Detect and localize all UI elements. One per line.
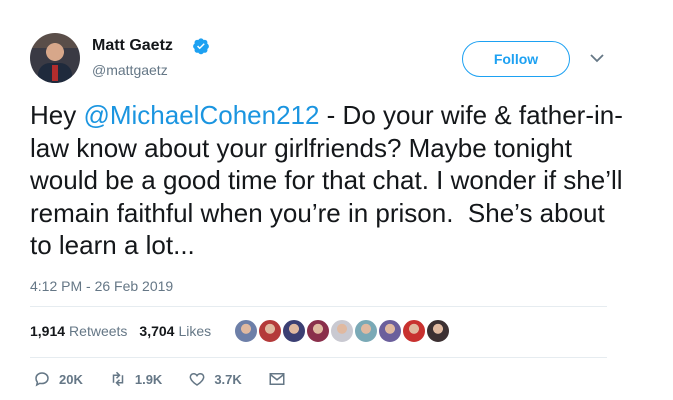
avatar[interactable]	[30, 33, 80, 83]
liker-avatar[interactable]	[257, 318, 283, 344]
tweet-text: Hey @MichaelCohen212 - Do your wife & fa…	[30, 99, 630, 262]
envelope-icon	[269, 373, 285, 385]
author-name[interactable]: Matt Gaetz	[92, 37, 173, 55]
liker-avatar[interactable]	[377, 318, 403, 344]
liker-avatar[interactable]	[305, 318, 331, 344]
like-button[interactable]: 3.7K	[188, 370, 242, 388]
mention-link[interactable]: @MichaelCohen212	[83, 100, 319, 130]
retweet-icon	[112, 371, 124, 387]
likes-label[interactable]: Likes	[178, 323, 211, 339]
liker-avatar[interactable]	[281, 318, 307, 344]
liker-avatar[interactable]	[401, 318, 427, 344]
retweet-count: 1.9K	[134, 371, 163, 387]
liker-avatar[interactable]	[233, 318, 259, 344]
author-handle[interactable]: @mattgaetz	[92, 62, 168, 78]
engagement-stats: 1,914 Retweets 3,704 Likes	[30, 323, 223, 339]
follow-button[interactable]: Follow	[462, 41, 570, 77]
retweets-count[interactable]: 1,914	[30, 323, 65, 339]
tweet-timestamp[interactable]: 4:12 PM - 26 Feb 2019	[30, 278, 173, 294]
chevron-down-icon[interactable]	[590, 53, 604, 63]
heart-icon	[189, 372, 205, 386]
like-count: 3.7K	[214, 371, 242, 387]
reply-button[interactable]: 20K	[33, 370, 83, 388]
divider	[30, 306, 607, 307]
liker-avatars	[233, 318, 451, 344]
likes-count[interactable]: 3,704	[139, 323, 174, 339]
liker-avatar[interactable]	[425, 318, 451, 344]
reply-icon	[35, 372, 49, 387]
direct-message-button[interactable]	[268, 370, 294, 388]
action-bar: 20K 1.9K 3.7K	[33, 370, 320, 388]
tweet-card: Matt Gaetz @mattgaetz Follow Hey @Michae…	[0, 0, 673, 400]
reply-count: 20K	[59, 371, 83, 387]
retweet-button[interactable]: 1.9K	[109, 370, 162, 388]
retweets-label[interactable]: Retweets	[69, 323, 127, 339]
tweet-text-start: Hey	[30, 100, 84, 130]
liker-avatar[interactable]	[353, 318, 379, 344]
divider	[30, 357, 607, 358]
verified-badge-icon	[193, 38, 209, 55]
liker-avatar[interactable]	[329, 318, 355, 344]
